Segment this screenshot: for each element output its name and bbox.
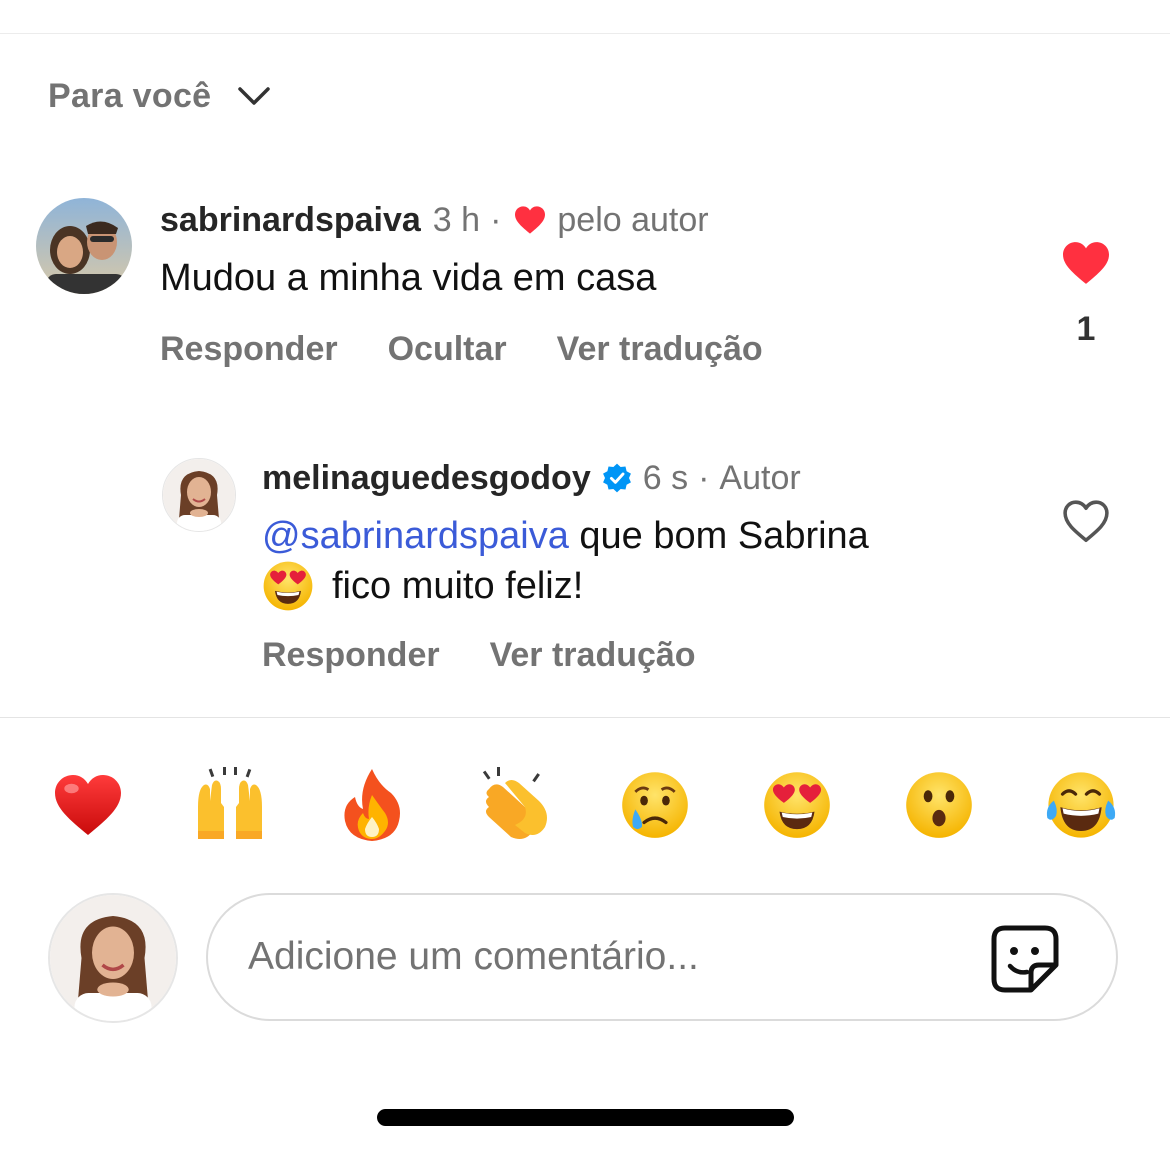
reaction-clapping-hands[interactable] <box>470 760 560 850</box>
reply-text-part-2: fico muito feliz! <box>332 565 584 607</box>
comment-meta: sabrinardspaiva 3 h · pelo autor <box>160 198 709 242</box>
current-user-avatar[interactable] <box>48 893 178 1023</box>
top-divider <box>0 33 1170 34</box>
avatar-photo <box>36 198 132 294</box>
heart-emoji <box>55 775 121 835</box>
heart-outline-icon <box>1063 500 1109 543</box>
reply-username[interactable]: melinaguedesgodoy <box>262 459 591 498</box>
comment-input[interactable] <box>246 934 970 980</box>
liked-by-author-label: pelo autor <box>557 200 709 239</box>
meta-separator: · <box>490 200 502 239</box>
mention-link[interactable]: @sabrinardspaiva <box>262 515 569 557</box>
reply-actions: Responder Ver tradução <box>262 636 696 675</box>
tears-of-joy-emoji <box>1046 772 1116 838</box>
see-translation-button[interactable]: Ver tradução <box>490 636 696 675</box>
comment-actions: Responder Ocultar Ver tradução <box>160 330 763 369</box>
reaction-raising-hands[interactable] <box>185 760 275 850</box>
home-indicator <box>377 1109 794 1126</box>
comment-text: Mudou a minha vida em casa <box>160 257 657 299</box>
reply-text-line-1: @sabrinardspaiva que bom Sabrina <box>262 512 1022 560</box>
hide-button[interactable]: Ocultar <box>388 330 507 369</box>
reaction-tears-of-joy[interactable] <box>1036 760 1126 850</box>
sort-filter-dropdown[interactable]: Para você <box>48 72 271 120</box>
reply-avatar[interactable] <box>162 458 236 532</box>
reaction-crying-face[interactable] <box>610 760 700 850</box>
clapping-hands-emoji <box>482 767 547 839</box>
avatar-photo <box>50 895 176 1021</box>
reaction-heart-eyes[interactable] <box>752 760 842 850</box>
verified-badge-icon <box>602 463 631 493</box>
heart-eyes-emoji <box>764 772 830 838</box>
sticker-icon <box>991 925 1059 993</box>
crying-face-emoji <box>622 772 688 838</box>
reply-time: 6 s <box>642 458 689 497</box>
chevron-down-icon <box>238 87 271 105</box>
comment-username[interactable]: sabrinardspaiva <box>160 201 421 240</box>
quick-reactions-bar <box>0 760 1170 850</box>
comment-time: 3 h <box>432 200 481 239</box>
reaction-surprised-face[interactable] <box>894 760 984 850</box>
heart-eyes-emoji <box>263 561 313 611</box>
liked-by-author-heart-icon <box>515 206 546 234</box>
author-label: Autor <box>719 458 801 497</box>
like-count: 1 <box>1076 310 1096 348</box>
comment-like-button[interactable] <box>1060 240 1112 286</box>
reply-meta: melinaguedesgodoy 6 s · Autor <box>262 456 801 500</box>
sort-filter-label: Para você <box>48 76 212 115</box>
sticker-button[interactable] <box>991 925 1059 993</box>
surprised-face-emoji <box>906 772 972 838</box>
reaction-heart[interactable] <box>43 760 133 850</box>
reply-button[interactable]: Responder <box>160 330 338 369</box>
comment-composer <box>206 893 1118 1021</box>
reply-button[interactable]: Responder <box>262 636 440 675</box>
reply-text-part-1: que bom Sabrina <box>568 515 869 557</box>
reaction-fire[interactable] <box>327 760 417 850</box>
reply-text: @sabrinardspaiva que bom Sabrina fico mu… <box>262 512 1022 612</box>
avatar-photo <box>163 459 235 531</box>
raising-hands-emoji <box>198 767 262 839</box>
meta-separator: · <box>698 458 710 497</box>
reply-text-line-2: fico muito feliz! <box>262 560 1022 612</box>
reply-like-button[interactable] <box>1060 498 1112 544</box>
commenter-avatar[interactable] <box>36 198 132 294</box>
heart-filled-icon <box>1063 242 1109 284</box>
composer-divider <box>0 717 1170 718</box>
fire-emoji <box>344 769 400 841</box>
see-translation-button[interactable]: Ver tradução <box>557 330 763 369</box>
